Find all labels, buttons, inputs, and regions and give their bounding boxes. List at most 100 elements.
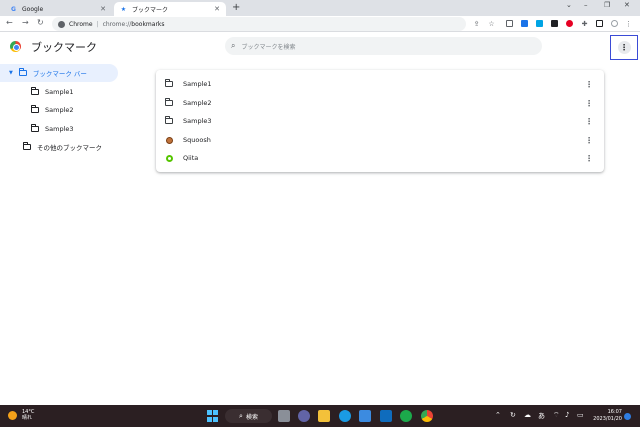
chrome-logo-icon xyxy=(10,41,21,52)
taskbar-search[interactable]: ⌕ 検索 xyxy=(225,409,272,423)
sidebar-item-label: Sample2 xyxy=(45,106,74,114)
sidebar-item-label: その他のブックマーク xyxy=(37,144,102,152)
sidebar-item-label: ブックマーク バー xyxy=(32,70,87,78)
bookmark-label: Squoosh xyxy=(183,136,211,144)
close-window-button[interactable]: ✕ xyxy=(624,1,630,9)
sidebar-item-sample2[interactable]: Sample2 xyxy=(31,101,74,119)
google-g-icon: G xyxy=(11,5,16,13)
url-separator: | xyxy=(96,20,99,28)
wifi-icon[interactable]: ⌔ xyxy=(553,411,560,420)
tab-google[interactable]: G Google ✕ xyxy=(4,2,112,16)
minimize-button[interactable]: – xyxy=(584,1,588,9)
start-button[interactable] xyxy=(207,410,219,422)
bookmark-label: Sample2 xyxy=(183,99,212,107)
weather-condition: 晴れ xyxy=(22,415,33,421)
tab-search-icon[interactable]: ⌄ xyxy=(566,1,572,9)
list-item[interactable]: Qiita ⋮ xyxy=(156,149,604,167)
chrome-taskbar-icon[interactable] xyxy=(421,410,433,422)
more-vert-icon[interactable]: ⋮ xyxy=(584,80,594,89)
profile-avatar-icon[interactable] xyxy=(610,19,619,28)
chat-icon[interactable] xyxy=(298,410,310,422)
search-icon: ⌕ xyxy=(239,411,243,420)
close-tab-icon[interactable]: ✕ xyxy=(100,5,106,13)
extension-image-icon[interactable] xyxy=(505,19,514,28)
clock[interactable]: 16:07 2023/01/20 xyxy=(590,409,622,423)
extension-blue-icon[interactable] xyxy=(520,19,529,28)
bookmark-label: Sample1 xyxy=(183,80,212,88)
search-placeholder: ブックマークを検索 xyxy=(241,43,296,51)
more-vert-icon[interactable]: ⋮ xyxy=(584,136,594,145)
chevron-up-icon[interactable]: ⌃ xyxy=(495,411,501,419)
folder-icon xyxy=(23,142,31,150)
folder-icon xyxy=(165,116,173,125)
store-icon[interactable] xyxy=(359,410,371,422)
address-bar[interactable]: Chrome | chrome://bookmarks xyxy=(52,17,466,31)
squoosh-icon xyxy=(165,136,173,144)
ime-indicator[interactable]: あ xyxy=(538,411,545,421)
more-vert-icon[interactable]: ⋮ xyxy=(584,154,594,163)
expand-arrow-icon[interactable]: ▼ xyxy=(9,70,13,76)
bookmark-label: Qiita xyxy=(183,154,199,162)
notification-badge[interactable] xyxy=(624,413,631,420)
bookmark-label: Sample3 xyxy=(183,117,212,125)
file-explorer-icon[interactable] xyxy=(318,410,330,422)
sidebar-item-other-bookmarks[interactable]: その他のブックマーク xyxy=(23,138,102,156)
maximize-button[interactable]: ❐ xyxy=(604,1,610,9)
search-icon: ⌕ xyxy=(231,41,236,50)
more-vert-icon: ⋮ xyxy=(617,41,631,54)
sidebar-item-sample1[interactable]: Sample1 xyxy=(31,83,74,101)
extensions-puzzle-icon[interactable]: ✚ xyxy=(580,19,589,28)
clock-time: 16:07 xyxy=(607,409,622,415)
volume-icon[interactable]: ♪ xyxy=(565,411,569,419)
extension-cyan-icon[interactable] xyxy=(535,19,544,28)
folder-icon xyxy=(165,79,173,88)
share-icon[interactable]: ⇪ xyxy=(472,19,481,28)
bookmark-list: Sample1 ⋮ Sample2 ⋮ Sample3 ⋮ Squoosh ⋮ … xyxy=(156,70,604,172)
reload-icon[interactable]: ↻ xyxy=(37,18,44,27)
page-title: ブックマーク xyxy=(31,41,97,54)
forward-icon[interactable]: → xyxy=(22,18,29,27)
star-icon: ★ xyxy=(120,5,127,13)
battery-icon[interactable]: ▭ xyxy=(577,411,584,419)
mail-icon[interactable] xyxy=(380,410,392,422)
list-item[interactable]: Squoosh ⋮ xyxy=(156,131,604,149)
more-vert-icon[interactable]: ⋮ xyxy=(584,117,594,126)
tab-title: Google xyxy=(22,5,44,13)
green-app-icon[interactable] xyxy=(400,410,412,422)
cloud-icon[interactable]: ☁ xyxy=(524,411,531,419)
taskbar-search-label: 検索 xyxy=(245,413,258,421)
qiita-icon xyxy=(165,154,173,162)
new-tab-button[interactable]: + xyxy=(232,2,240,14)
edge-icon[interactable] xyxy=(339,410,351,422)
sidebar-item-sample3[interactable]: Sample3 xyxy=(31,120,74,138)
taskbar: 14°C 晴れ ⌕ 検索 ⌃ ↻ ☁ あ ⌔ ♪ ▭ 16:07 2023/01… xyxy=(0,405,640,427)
task-view-icon[interactable] xyxy=(278,410,290,422)
url-text: chrome://bookmarks xyxy=(102,20,165,28)
weather-widget[interactable]: 14°C 晴れ xyxy=(8,409,34,421)
sync-icon[interactable]: ↻ xyxy=(510,411,516,419)
bookmark-search-input[interactable]: ⌕ ブックマークを検索 xyxy=(225,37,542,55)
extension-dark-icon[interactable] xyxy=(550,19,559,28)
list-item[interactable]: Sample2 ⋮ xyxy=(156,94,604,112)
chrome-menu-icon[interactable]: ⋮ xyxy=(624,19,633,28)
site-label: Chrome xyxy=(69,20,93,28)
list-item[interactable]: Sample1 ⋮ xyxy=(156,75,604,93)
sidebar-item-label: Sample1 xyxy=(45,88,74,96)
browser-toolbar: ← → ↻ Chrome | chrome://bookmarks ⇪ ☆ ✚ … xyxy=(0,16,640,32)
organize-menu-button[interactable]: ⋮ xyxy=(610,35,638,60)
folder-icon xyxy=(31,124,39,132)
clock-date: 2023/01/20 xyxy=(593,416,622,422)
sun-icon xyxy=(8,410,17,420)
folder-icon xyxy=(31,105,39,113)
sidebar-item-bookmarks-bar[interactable]: ▼ ブックマーク バー xyxy=(0,64,118,82)
folder-icon xyxy=(18,68,27,76)
close-tab-icon[interactable]: ✕ xyxy=(214,5,220,13)
side-panel-icon[interactable] xyxy=(595,19,604,28)
pinterest-icon[interactable] xyxy=(565,19,574,28)
tab-bookmarks[interactable]: ★ ブックマーク ✕ xyxy=(114,2,226,16)
back-icon[interactable]: ← xyxy=(6,18,13,27)
list-item[interactable]: Sample3 ⋮ xyxy=(156,112,604,130)
more-vert-icon[interactable]: ⋮ xyxy=(584,99,594,108)
bookmark-star-icon[interactable]: ☆ xyxy=(487,19,496,28)
chrome-site-icon xyxy=(58,20,65,28)
